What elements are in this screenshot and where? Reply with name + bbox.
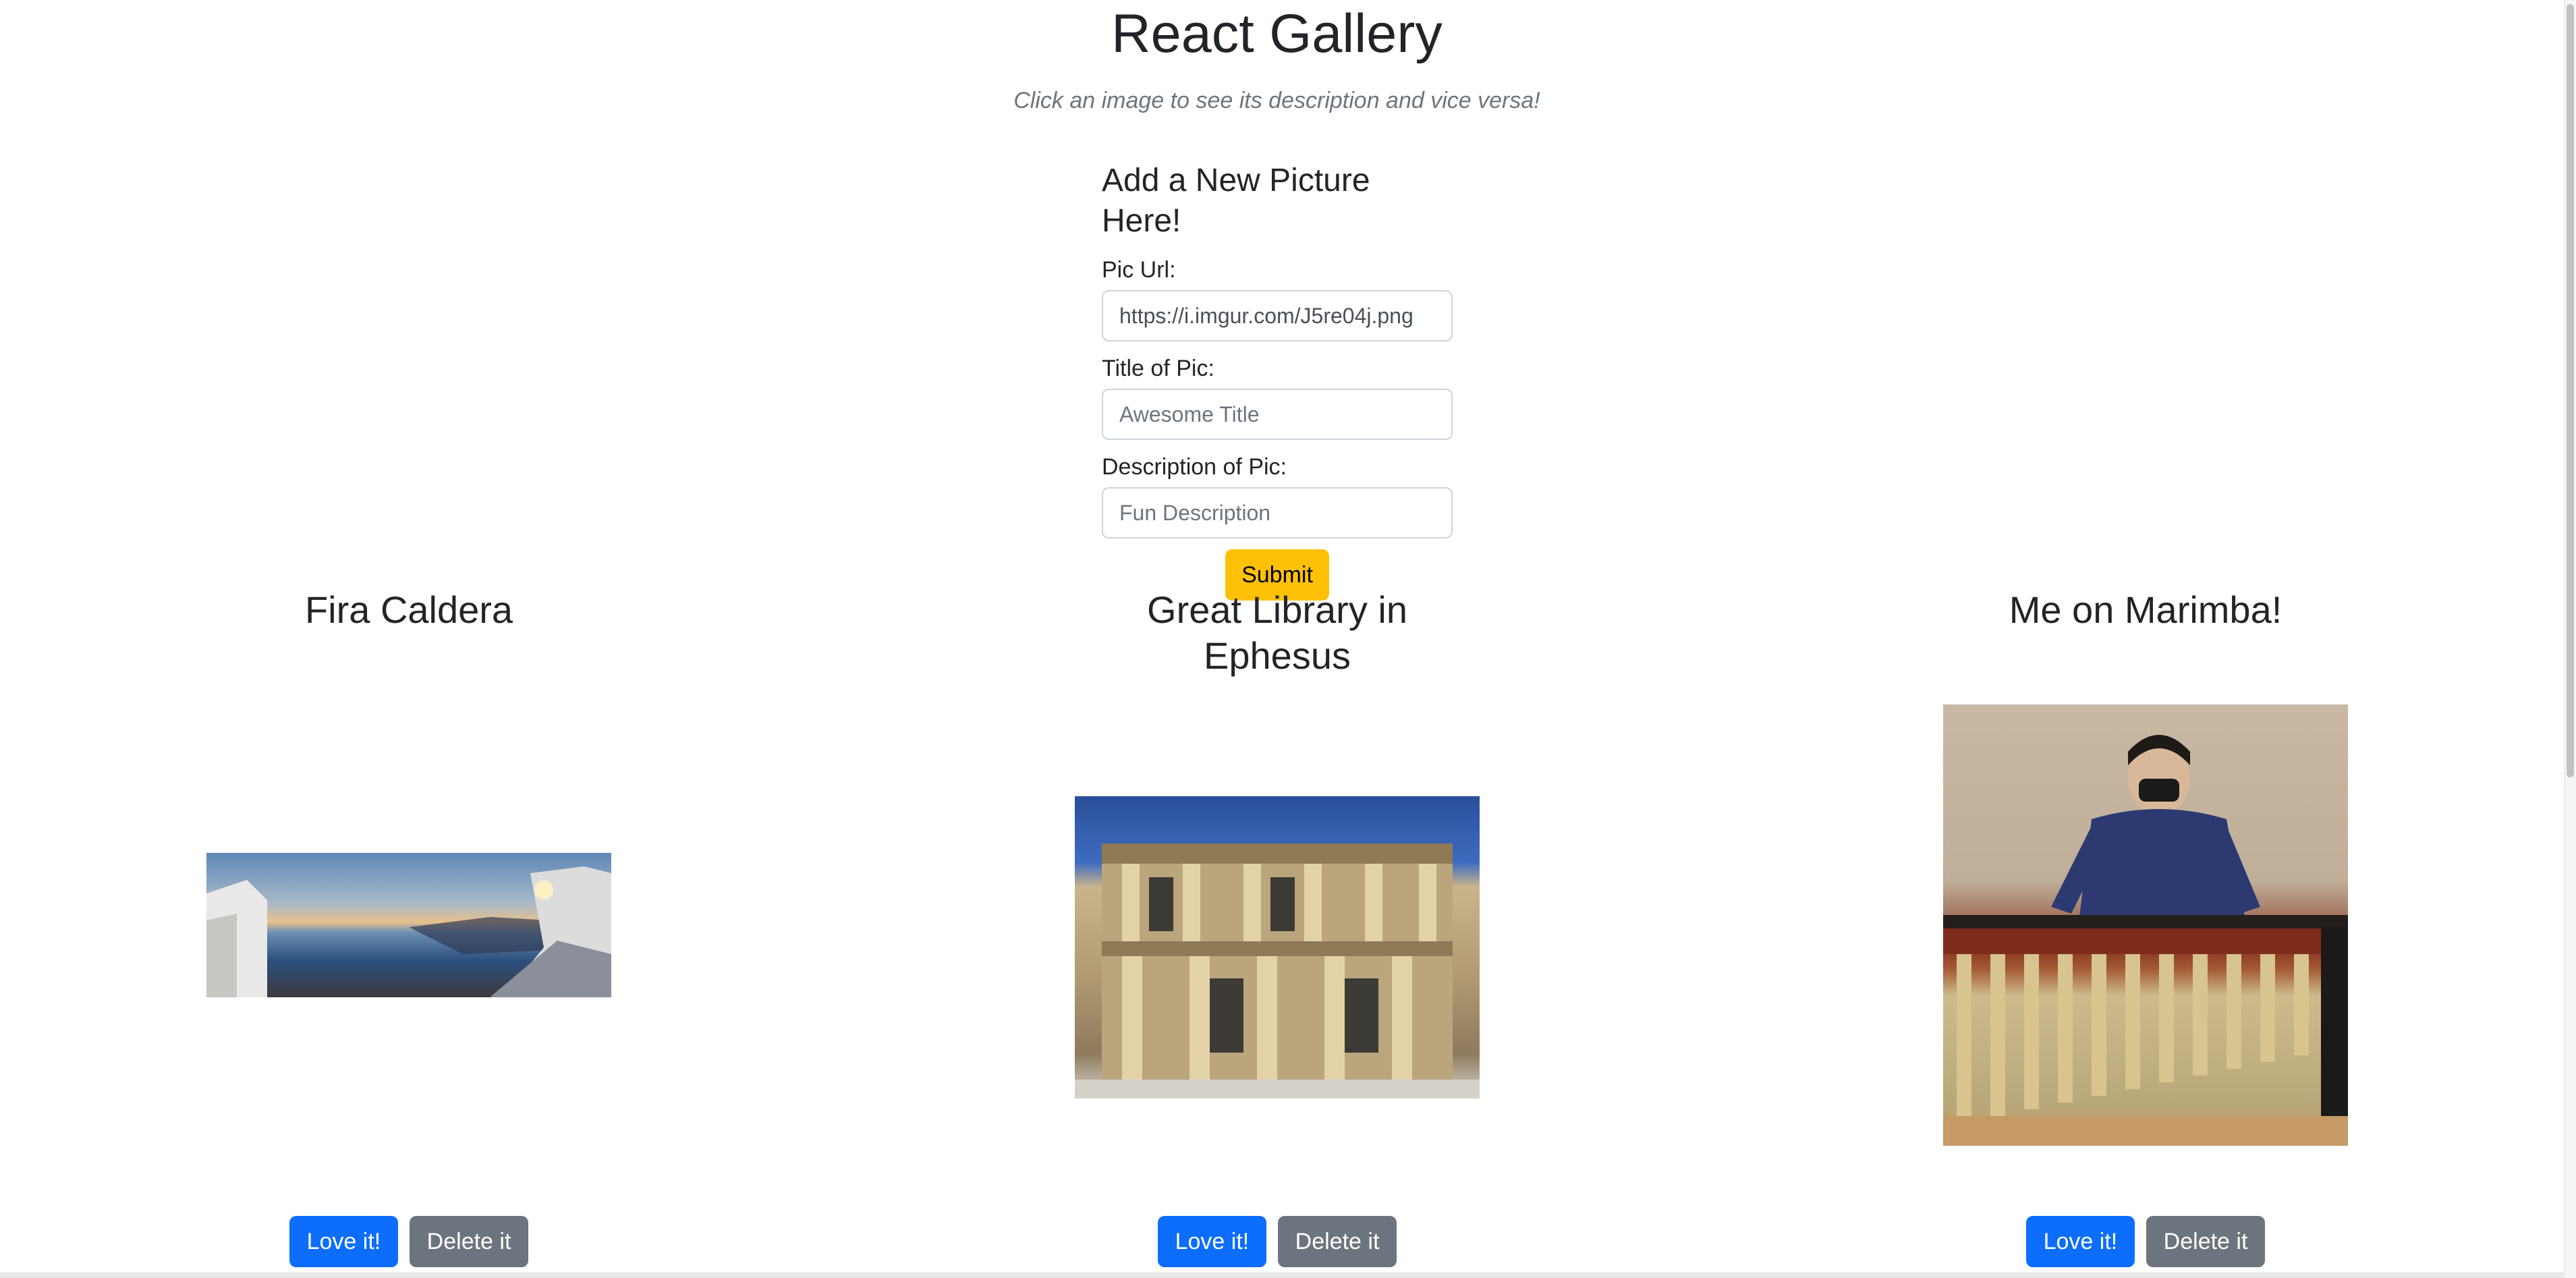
horizontal-scrollbar[interactable] xyxy=(0,1273,2564,1278)
add-picture-form: Add a New Picture Here! Pic Url: https:/… xyxy=(1102,161,1453,601)
delete-it-button[interactable]: Delete it xyxy=(409,1216,529,1267)
pic-title-input[interactable]: Awesome Title xyxy=(1102,389,1453,440)
card-title: Great Library in Ephesus xyxy=(1147,588,1407,677)
page: React Gallery Click an image to see its … xyxy=(0,0,2576,1278)
pic-url-input[interactable]: https://i.imgur.com/J5re04j.png xyxy=(1102,290,1453,341)
love-it-button[interactable]: Love it! xyxy=(2025,1216,2135,1267)
love-it-button[interactable]: Love it! xyxy=(289,1216,399,1267)
card-actions: Love it! Delete it xyxy=(1876,1216,2415,1267)
gallery-card-great-library: Great Library in Ephesus Love it! Delete… xyxy=(1007,587,1547,1267)
card-title: Fira Caldera xyxy=(304,588,513,631)
gallery-card-marimba: Me on Marimba! Love it! Delete it xyxy=(1876,587,2415,1267)
vertical-scrollbar[interactable] xyxy=(2564,0,2576,1278)
form-heading: Add a New Picture Here! xyxy=(1102,163,1370,239)
delete-it-button[interactable]: Delete it xyxy=(2146,1216,2266,1267)
card-title: Me on Marimba! xyxy=(2009,588,2283,631)
card-actions: Love it! Delete it xyxy=(139,1216,679,1267)
gallery-card-fira-caldera: Fira Caldera Love it! Delete it xyxy=(139,587,679,1267)
caldera-photo-icon xyxy=(206,866,611,997)
pic-title-label: Title of Pic: xyxy=(1102,356,1214,381)
love-it-button[interactable]: Love it! xyxy=(1157,1216,1267,1267)
card-image-marimba[interactable] xyxy=(1943,704,2348,1146)
delete-it-button[interactable]: Delete it xyxy=(1277,1216,1397,1267)
page-subtitle: Click an image to see its description an… xyxy=(1013,88,1540,113)
pic-description-input[interactable]: Fun Description xyxy=(1102,487,1453,538)
card-image-fira-caldera[interactable] xyxy=(206,853,611,997)
card-image-great-library[interactable] xyxy=(1075,796,1480,1099)
marimba-photo-icon xyxy=(1943,735,2348,1146)
page-title: React Gallery xyxy=(1111,3,1443,64)
library-photo-icon xyxy=(1075,843,1480,1099)
scrollbar-thumb[interactable] xyxy=(2567,4,2574,777)
pic-url-label: Pic Url: xyxy=(1102,257,1176,283)
card-actions: Love it! Delete it xyxy=(1007,1216,1547,1267)
pic-description-label: Description of Pic: xyxy=(1102,454,1287,480)
